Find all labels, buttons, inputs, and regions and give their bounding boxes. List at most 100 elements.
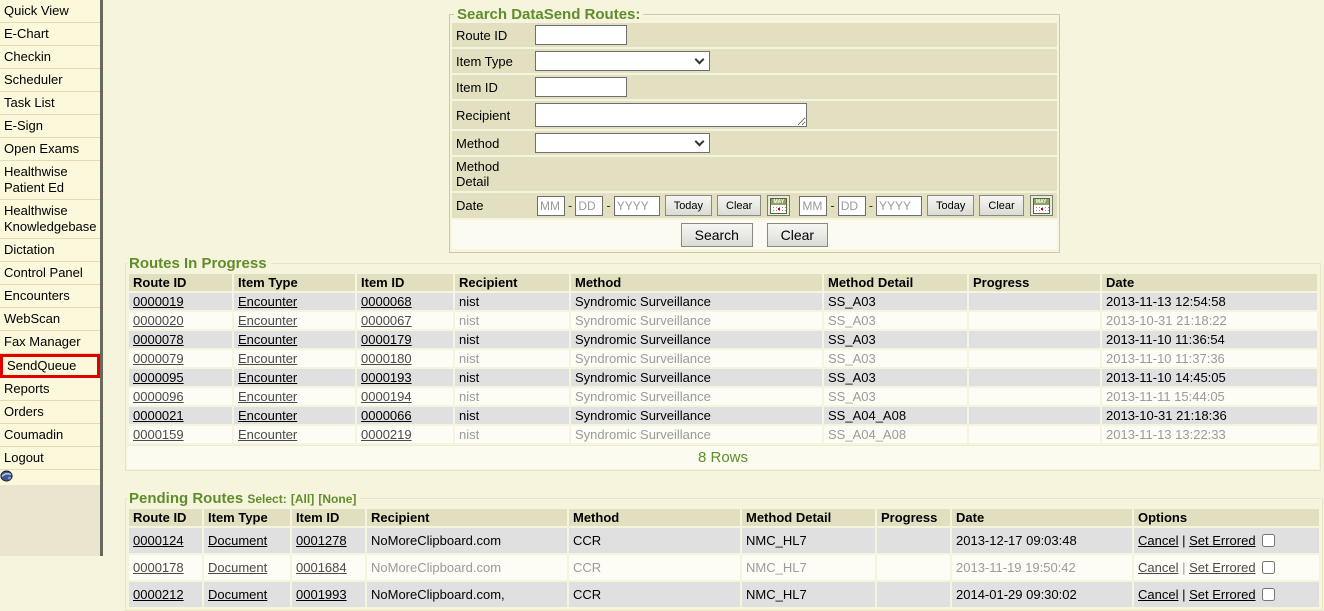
select-all-link[interactable]: [All] [291, 492, 314, 506]
search-button[interactable]: Search [681, 223, 753, 247]
route-id-label: Route ID [456, 28, 535, 43]
item-type-link[interactable]: Encounter [238, 370, 297, 385]
item-type-link[interactable]: Encounter [238, 332, 297, 347]
item-type-link[interactable]: Document [208, 587, 267, 602]
select-none-link[interactable]: [None] [318, 492, 356, 506]
sidebar-item-e-sign[interactable]: E-Sign [0, 115, 100, 138]
date-to-year-input[interactable] [876, 196, 922, 216]
date-from-calendar-button[interactable]: MAY [767, 195, 790, 216]
item-id-link[interactable]: 0001278 [296, 533, 347, 548]
sidebar-item-coumadin[interactable]: Coumadin [0, 424, 100, 447]
sidebar-item-healthwise-patient-ed[interactable]: Healthwise Patient Ed [0, 161, 100, 200]
date-from-year-input[interactable] [614, 196, 660, 216]
item-id-input[interactable] [535, 77, 627, 97]
item-type-link[interactable]: Encounter [238, 294, 297, 309]
item-id-link[interactable]: 0000194 [361, 389, 412, 404]
method-cell: Syndromic Surveillance [571, 426, 822, 443]
item-type-link[interactable]: Document [208, 533, 267, 548]
method-label: Method [456, 136, 535, 151]
select-label: Select: [247, 492, 286, 506]
date-to-month-input[interactable] [799, 196, 827, 216]
recipient-input[interactable] [535, 103, 807, 127]
method-cell: Syndromic Surveillance [571, 369, 822, 386]
sidebar-item-e-chart[interactable]: E-Chart [0, 23, 100, 46]
date-to-calendar-button[interactable]: MAY [1030, 195, 1053, 216]
item-id-link[interactable]: 0000179 [361, 332, 412, 347]
route-id-link[interactable]: 0000020 [133, 313, 184, 328]
item-type-cell: Encounter [234, 350, 355, 367]
item-id-link[interactable]: 0000068 [361, 294, 412, 309]
item-type-link[interactable]: Encounter [238, 408, 297, 423]
send-icon[interactable] [0, 470, 14, 482]
item-id-link[interactable]: 0000066 [361, 408, 412, 423]
cancel-link[interactable]: Cancel [1138, 560, 1178, 575]
pending-routes-table: Route IDItem TypeItem IDRecipientMethodM… [127, 507, 1321, 609]
route-id-link[interactable]: 0000212 [133, 587, 184, 602]
row-select-checkbox[interactable] [1262, 561, 1275, 574]
route-id-link[interactable]: 0000021 [133, 408, 184, 423]
sidebar-item-fax-manager[interactable]: Fax Manager [0, 331, 100, 354]
clear-button[interactable]: Clear [767, 223, 828, 247]
cancel-link[interactable]: Cancel [1138, 587, 1178, 602]
method-detail-label: Method Detail [456, 159, 535, 189]
route-id-link[interactable]: 0000096 [133, 389, 184, 404]
date-from-month-input[interactable] [537, 196, 565, 216]
sidebar-item-sendqueue[interactable]: SendQueue [0, 354, 100, 378]
column-header: Progress [969, 274, 1100, 291]
sidebar-item-webscan[interactable]: WebScan [0, 308, 100, 331]
date-to-today-button[interactable]: Today [927, 195, 974, 216]
sidebar-item-open-exams[interactable]: Open Exams [0, 138, 100, 161]
sidebar-item-reports[interactable]: Reports [0, 378, 100, 401]
item-id-link[interactable]: 0001684 [296, 560, 347, 575]
route-id-link[interactable]: 0000095 [133, 370, 184, 385]
method-cell: Syndromic Surveillance [571, 350, 822, 367]
item-id-link[interactable]: 0000067 [361, 313, 412, 328]
cancel-link[interactable]: Cancel [1138, 533, 1178, 548]
item-type-link[interactable]: Encounter [238, 313, 297, 328]
route-id-input[interactable] [535, 25, 627, 45]
sidebar-item-task-list[interactable]: Task List [0, 92, 100, 115]
item-id-link[interactable]: 0000193 [361, 370, 412, 385]
sidebar-item-logout[interactable]: Logout [0, 447, 100, 470]
route-id-link[interactable]: 0000079 [133, 351, 184, 366]
column-header: Date [1102, 274, 1317, 291]
item-id-link[interactable]: 0001993 [296, 587, 347, 602]
item-id-link[interactable]: 0000219 [361, 427, 412, 442]
row-select-checkbox[interactable] [1262, 588, 1275, 601]
set-errored-link[interactable]: Set Errored [1189, 560, 1255, 575]
item-type-select[interactable] [535, 51, 710, 71]
sidebar-item-encounters[interactable]: Encounters [0, 285, 100, 308]
date-from-day-input[interactable] [575, 196, 603, 216]
route-id-link[interactable]: 0000124 [133, 533, 184, 548]
sidebar-item-dictation[interactable]: Dictation [0, 239, 100, 262]
table-row: 0000021Encounter0000066nistSyndromic Sur… [129, 407, 1317, 424]
date-to-clear-button[interactable]: Clear [979, 195, 1023, 216]
item-id-cell: 0000068 [357, 293, 453, 310]
row-select-checkbox[interactable] [1262, 534, 1275, 547]
item-id-cell: 0000066 [357, 407, 453, 424]
item-id-link[interactable]: 0000180 [361, 351, 412, 366]
item-type-link[interactable]: Encounter [238, 389, 297, 404]
date-from-clear-button[interactable]: Clear [717, 195, 761, 216]
route-id-link[interactable]: 0000078 [133, 332, 184, 347]
set-errored-link[interactable]: Set Errored [1189, 533, 1255, 548]
set-errored-link[interactable]: Set Errored [1189, 587, 1255, 602]
sidebar-item-checkin[interactable]: Checkin [0, 46, 100, 69]
method-select[interactable] [535, 133, 710, 153]
sidebar-item-healthwise-knowledgebase[interactable]: Healthwise Knowledgebase [0, 200, 100, 239]
progress-cell [877, 555, 950, 580]
date-from-today-button[interactable]: Today [665, 195, 712, 216]
route-id-link[interactable]: 0000159 [133, 427, 184, 442]
column-header: Progress [877, 509, 950, 526]
progress-cell [969, 407, 1100, 424]
item-type-link[interactable]: Encounter [238, 351, 297, 366]
item-type-link[interactable]: Document [208, 560, 267, 575]
sidebar-item-quick-view[interactable]: Quick View [0, 0, 100, 23]
item-type-link[interactable]: Encounter [238, 427, 297, 442]
route-id-link[interactable]: 0000019 [133, 294, 184, 309]
sidebar-item-scheduler[interactable]: Scheduler [0, 69, 100, 92]
sidebar-item-control-panel[interactable]: Control Panel [0, 262, 100, 285]
route-id-link[interactable]: 0000178 [133, 560, 184, 575]
date-to-day-input[interactable] [838, 196, 866, 216]
sidebar-item-orders[interactable]: Orders [0, 401, 100, 424]
